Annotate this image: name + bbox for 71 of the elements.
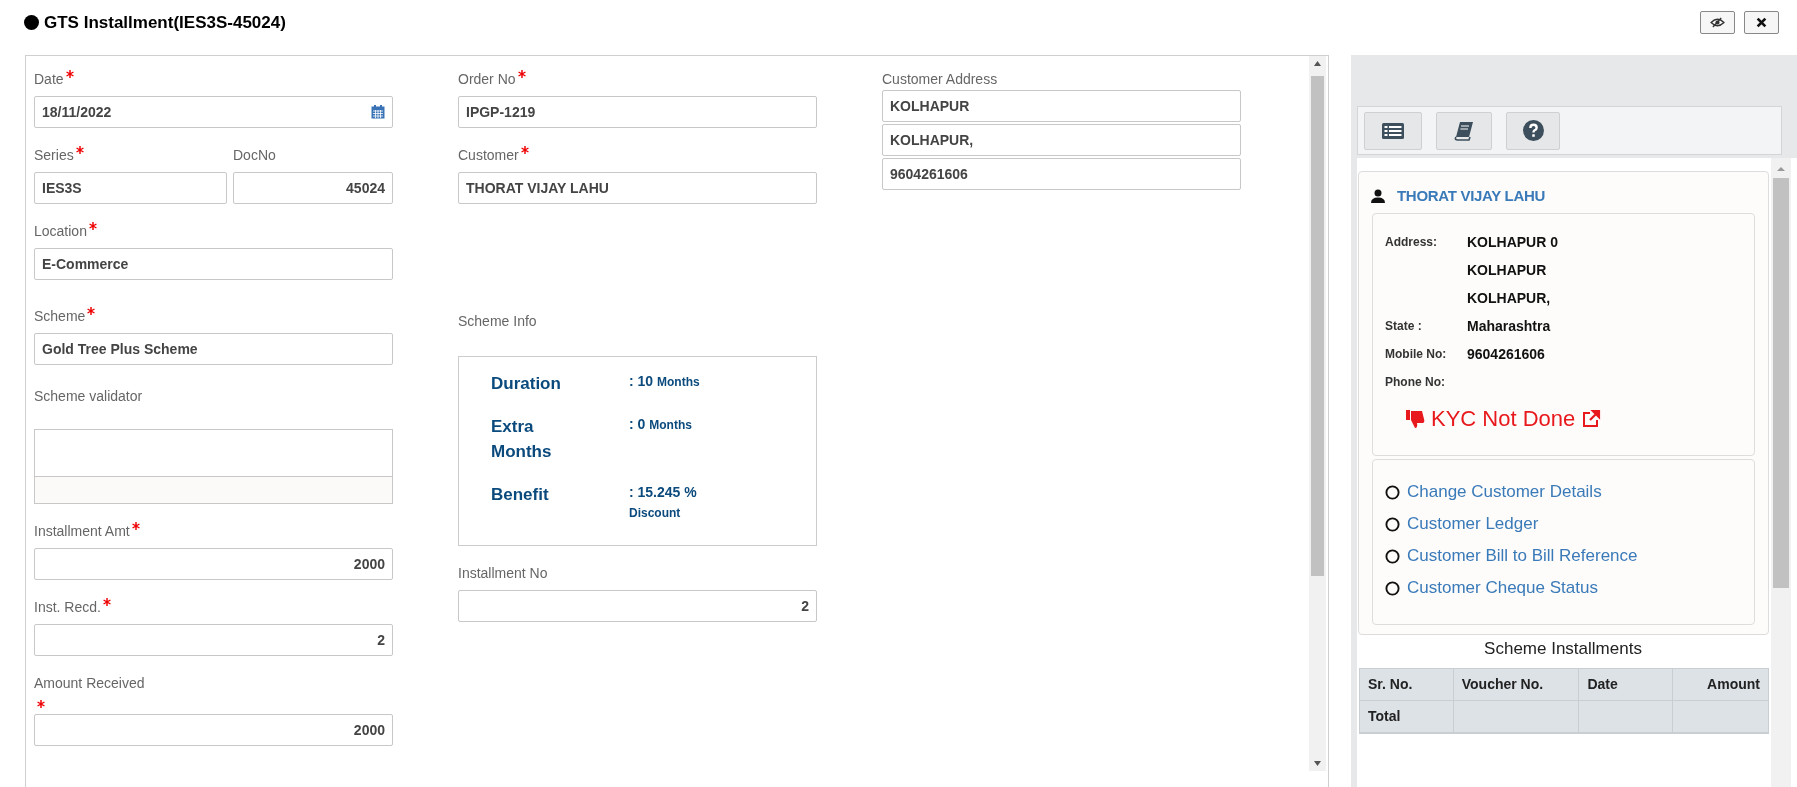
field-label: Series [34, 146, 74, 164]
field-label: Scheme [34, 307, 86, 325]
address-field[interactable]: KOLHAPUR, [882, 124, 1241, 156]
date-field[interactable]: 18/11/2022 [34, 96, 393, 128]
field-label: Installment No [458, 564, 548, 582]
installment-number-field[interactable]: 2 [458, 590, 817, 622]
info-value: : 0 Months [629, 415, 693, 434]
installment-amount-field[interactable]: 2000 [34, 548, 393, 580]
detail-value: KOLHAPUR 0 [1467, 233, 1558, 252]
address-field[interactable]: 9604261606 [882, 158, 1241, 190]
book-button[interactable] [1436, 111, 1492, 150]
kyc-status-link[interactable]: KYC Not Done [1431, 402, 1576, 435]
column-header: Date [1578, 668, 1673, 701]
field-label: Inst. Recd. [34, 598, 101, 616]
eye-slash-icon [1710, 17, 1725, 28]
field-label: Location [34, 222, 87, 240]
field-label: Scheme validator [34, 387, 143, 405]
series-field[interactable]: IES3S [34, 172, 227, 204]
list-icon [1382, 122, 1404, 139]
info-value: : 15.245 % Discount [629, 483, 698, 522]
field-label: Customer Address [882, 70, 998, 88]
bullet-icon [24, 15, 39, 31]
detail-value: Maharashtra [1467, 317, 1551, 336]
address-field[interactable]: KOLHAPUR [882, 90, 1241, 122]
detail-label: Address: [1385, 234, 1438, 251]
info-label: Extra Months [491, 416, 553, 463]
amount-received-field[interactable]: 2000 [34, 714, 393, 746]
field-label: Date [34, 70, 64, 88]
section-title: Scheme Installments [1483, 638, 1643, 660]
detail-label: State : [1385, 318, 1423, 335]
column-header: Sr. No. [1359, 668, 1454, 701]
help-button[interactable] [1506, 111, 1560, 150]
info-value: : 10 Months [629, 372, 701, 391]
detail-value: KOLHAPUR [1467, 261, 1548, 280]
column-header: Amount [1672, 668, 1769, 701]
customer-link[interactable]: Customer Bill to Bill Reference [1407, 543, 1638, 569]
customer-link[interactable]: Change Customer Details [1407, 479, 1602, 505]
field-label: Order No [458, 70, 516, 88]
close-button[interactable] [1744, 11, 1779, 34]
column-header: Voucher No. [1453, 668, 1579, 701]
book-icon [1454, 120, 1474, 141]
customer-field[interactable]: THORAT VIJAY LAHU [458, 172, 817, 204]
person-icon [1371, 189, 1385, 204]
hide-button[interactable] [1700, 11, 1735, 34]
detail-value: 9604261606 [1467, 345, 1545, 364]
order-number-field[interactable]: IPGP-1219 [458, 96, 817, 128]
customer-link[interactable]: Customer Cheque Status [1407, 575, 1598, 601]
scrollbar[interactable] [1771, 158, 1791, 787]
detail-label: Phone No: [1385, 374, 1446, 391]
doc-number-field[interactable]: 45024 [233, 172, 393, 204]
external-link-icon [1581, 408, 1602, 429]
scrollbar[interactable] [1309, 56, 1326, 771]
info-label: Benefit [491, 484, 550, 506]
detail-label: Mobile No: [1385, 346, 1448, 363]
field-label: Scheme Info [458, 312, 538, 330]
table-cell: Total [1359, 700, 1454, 733]
window-title: GTS Installment(IES3S-45024) [44, 12, 286, 34]
field-label: Customer [458, 146, 519, 164]
scheme-field[interactable]: Gold Tree Plus Scheme [34, 333, 393, 365]
customer-name[interactable]: THORAT VIJAY LAHU [1397, 185, 1545, 208]
detail-value: KOLHAPUR, [1467, 289, 1552, 308]
info-label: Duration [491, 373, 562, 395]
field-label: Amount Received [34, 674, 146, 692]
field-label: DocNo [233, 146, 276, 164]
customer-link[interactable]: Customer Ledger [1407, 511, 1539, 537]
location-field[interactable]: E-Commerce [34, 248, 393, 280]
close-icon [1756, 17, 1767, 28]
help-icon [1522, 120, 1544, 141]
field-label: Installment Amt [34, 522, 130, 540]
installments-received-field[interactable]: 2 [34, 624, 393, 656]
list-button[interactable] [1364, 111, 1422, 150]
